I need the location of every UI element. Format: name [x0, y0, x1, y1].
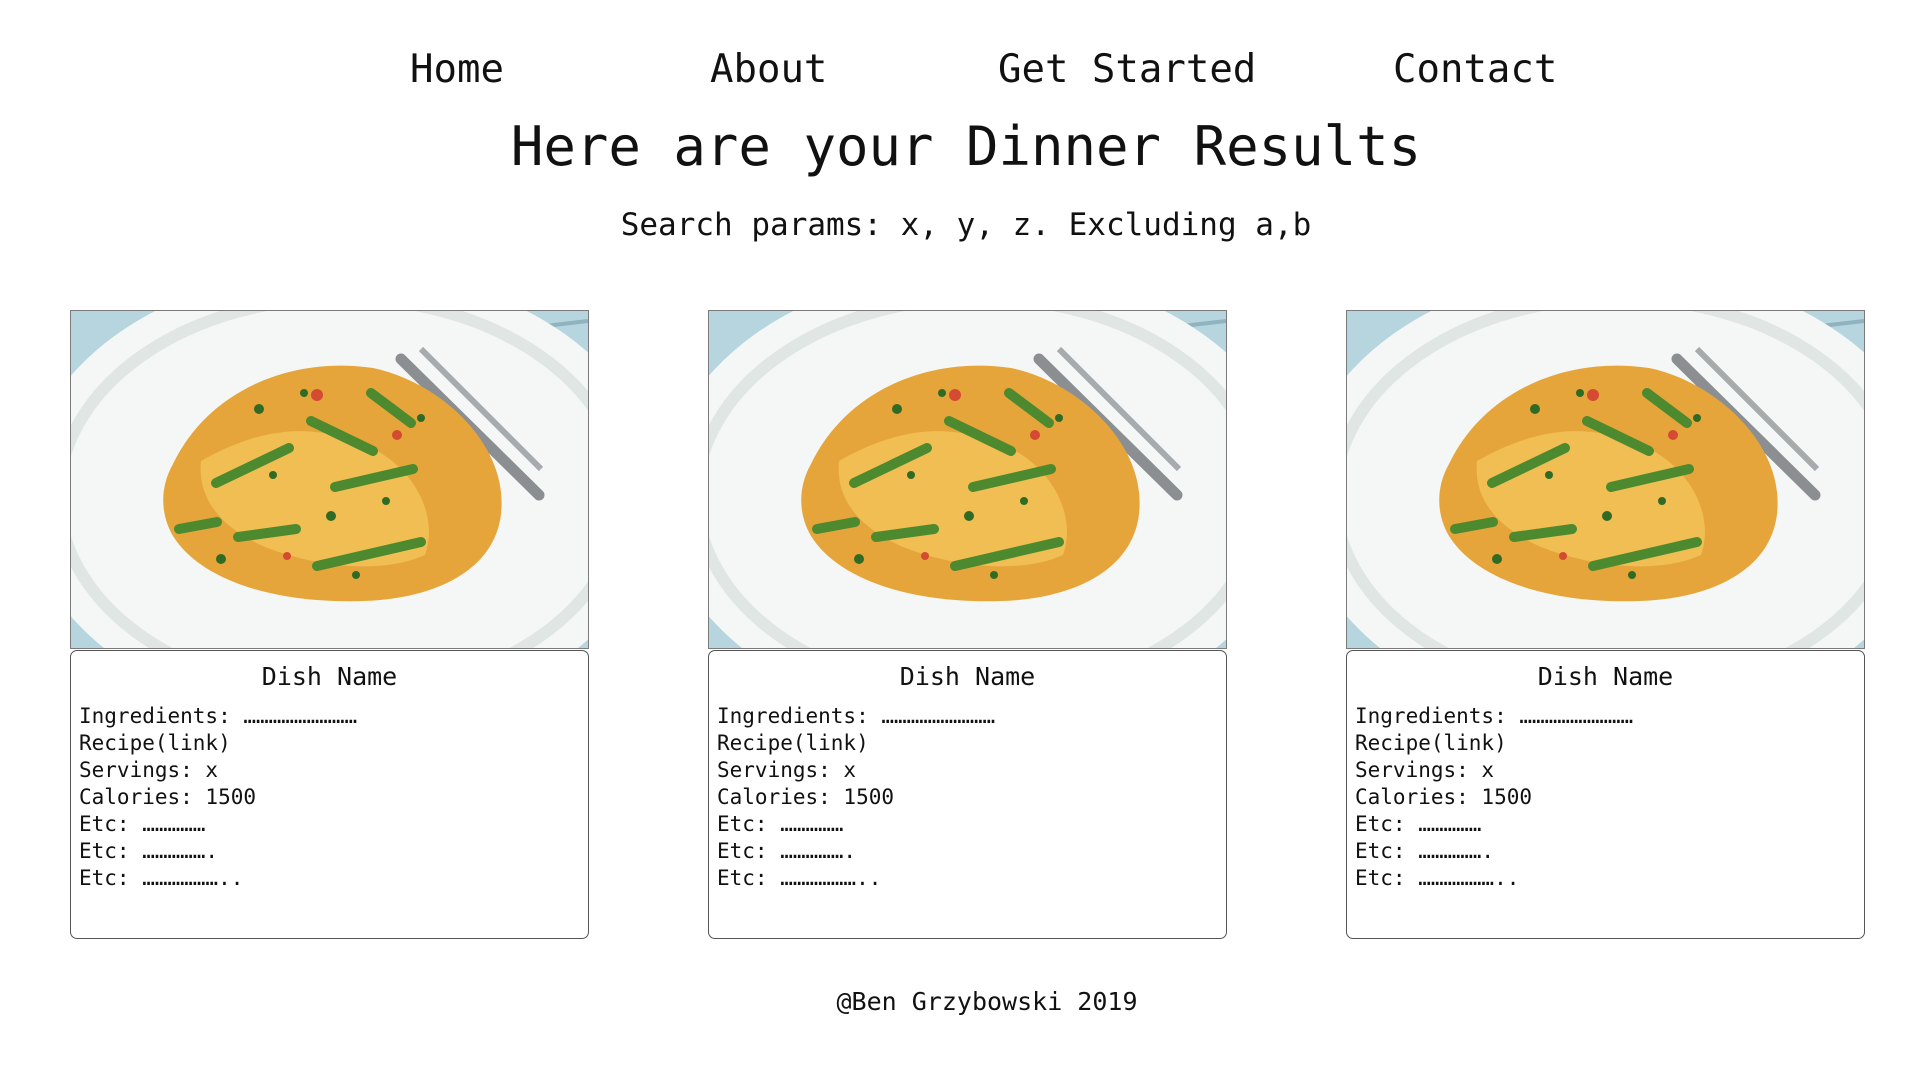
- recipe-link[interactable]: Recipe(link): [717, 730, 1217, 757]
- etc-line: Etc: ………………..: [1355, 866, 1520, 890]
- dinner-results-page: Home About Get Started Contact Here are …: [0, 0, 1920, 1080]
- etc-line: Etc: ……………: [717, 812, 844, 836]
- recipe-link[interactable]: Recipe(link): [79, 730, 579, 757]
- search-params-text: Search params: x, y, z. Excluding a,b: [620, 207, 1312, 243]
- dish-card: Dish Name Ingredients: ……………………… Recipe(…: [70, 310, 589, 939]
- nav-home-link[interactable]: Home: [410, 42, 504, 98]
- ingredients-line: Ingredients: ………………………: [79, 704, 358, 728]
- dish-info-panel: Dish Name Ingredients: ……………………… Recipe(…: [1346, 650, 1865, 939]
- etc-line: Etc: …………….: [79, 839, 219, 863]
- etc-line: Etc: ………………..: [717, 866, 882, 890]
- dish-name-heading: Dish Name: [261, 662, 398, 691]
- copyright-footer: @Ben Grzybowski 2019: [836, 987, 1138, 1016]
- servings-line: Servings: x: [717, 758, 857, 782]
- dish-card: Dish Name Ingredients: ……………………… Recipe(…: [708, 310, 1227, 939]
- dish-card: Dish Name Ingredients: ……………………… Recipe(…: [1346, 310, 1865, 939]
- pasta-dish-photo-icon: [71, 311, 588, 648]
- pasta-dish-photo-icon: [709, 311, 1226, 648]
- nav-contact-link[interactable]: Contact: [1393, 42, 1557, 98]
- nav-about-link[interactable]: About: [710, 42, 827, 98]
- etc-line: Etc: ……………: [79, 812, 206, 836]
- servings-line: Servings: x: [79, 758, 219, 782]
- calories-line: Calories: 1500: [1355, 785, 1533, 809]
- ingredients-line: Ingredients: ………………………: [1355, 704, 1634, 728]
- dish-image: [70, 310, 589, 649]
- dish-image: [1346, 310, 1865, 649]
- etc-line: Etc: ………………..: [79, 866, 244, 890]
- etc-line: Etc: …………….: [1355, 839, 1495, 863]
- ingredients-line: Ingredients: ………………………: [717, 704, 996, 728]
- dish-details: Ingredients: ……………………… Recipe(link) Serv…: [1355, 703, 1855, 892]
- etc-line: Etc: …………….: [717, 839, 857, 863]
- pasta-dish-photo-icon: [1347, 311, 1864, 648]
- dish-info-panel: Dish Name Ingredients: ……………………… Recipe(…: [708, 650, 1227, 939]
- page-title: Here are your Dinner Results: [510, 115, 1422, 178]
- etc-line: Etc: ……………: [1355, 812, 1482, 836]
- top-navigation: Home About Get Started Contact: [0, 42, 1920, 98]
- calories-line: Calories: 1500: [717, 785, 895, 809]
- servings-line: Servings: x: [1355, 758, 1495, 782]
- dish-name-heading: Dish Name: [899, 662, 1036, 691]
- dish-details: Ingredients: ……………………… Recipe(link) Serv…: [79, 703, 579, 892]
- nav-get-started-link[interactable]: Get Started: [998, 42, 1256, 98]
- calories-line: Calories: 1500: [79, 785, 257, 809]
- dish-details: Ingredients: ……………………… Recipe(link) Serv…: [717, 703, 1217, 892]
- dish-info-panel: Dish Name Ingredients: ……………………… Recipe(…: [70, 650, 589, 939]
- dish-image: [708, 310, 1227, 649]
- dish-name-heading: Dish Name: [1537, 662, 1674, 691]
- recipe-link[interactable]: Recipe(link): [1355, 730, 1855, 757]
